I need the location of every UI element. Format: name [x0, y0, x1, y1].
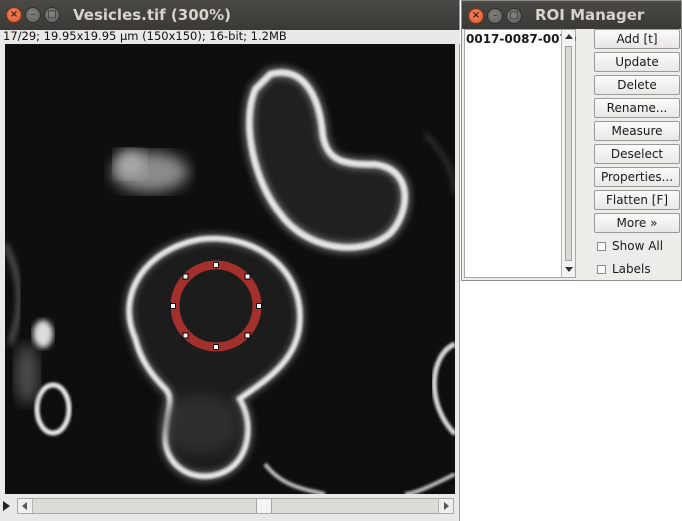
- maximize-icon[interactable]: □: [506, 8, 522, 24]
- roi-list-scroll-thumb[interactable]: [565, 46, 572, 261]
- deselect-button[interactable]: Deselect: [594, 144, 680, 164]
- scroll-left-icon[interactable]: [18, 499, 33, 513]
- show-all-checkbox[interactable]: Show All: [594, 236, 680, 256]
- delete-button[interactable]: Delete: [594, 75, 680, 95]
- roi-list-item[interactable]: 0017-0087-0070: [465, 30, 576, 46]
- vesicle-image[interactable]: [5, 44, 455, 494]
- labels-label: Labels: [612, 262, 651, 276]
- slice-scrollbar[interactable]: [17, 498, 454, 514]
- checkbox-box[interactable]: [597, 264, 606, 274]
- roi-list[interactable]: 0017-0087-0070: [464, 29, 576, 278]
- roi-list-scrollbar[interactable]: [561, 30, 575, 277]
- image-window-title: Vesicles.tif (300%): [73, 6, 231, 24]
- properties-button[interactable]: Properties...: [594, 167, 680, 187]
- roi-manager-titlebar[interactable]: × – □ ROI Manager: [462, 1, 681, 29]
- scroll-right-icon[interactable]: [438, 499, 453, 513]
- slice-scroll-thumb[interactable]: [256, 499, 272, 513]
- update-button[interactable]: Update: [594, 52, 680, 72]
- image-window-titlebar[interactable]: × – □ Vesicles.tif (300%): [0, 0, 459, 30]
- checkbox-box[interactable]: [597, 241, 606, 251]
- more-button[interactable]: More »: [594, 213, 680, 233]
- minimize-icon[interactable]: –: [25, 7, 41, 23]
- flatten-button[interactable]: Flatten [F]: [594, 190, 680, 210]
- close-icon[interactable]: ×: [468, 8, 484, 24]
- measure-button[interactable]: Measure: [594, 121, 680, 141]
- maximize-icon[interactable]: □: [44, 7, 60, 23]
- show-all-label: Show All: [612, 239, 664, 253]
- labels-checkbox[interactable]: Labels: [594, 259, 680, 279]
- scroll-up-icon[interactable]: [562, 30, 575, 44]
- minimize-icon[interactable]: –: [487, 8, 503, 24]
- image-window: × – □ Vesicles.tif (300%) 17/29; 19.95x1…: [0, 0, 460, 521]
- rename-button[interactable]: Rename...: [594, 98, 680, 118]
- close-icon[interactable]: ×: [6, 7, 22, 23]
- roi-manager-window: × – □ ROI Manager 0017-0087-0070 Add [t]…: [461, 0, 682, 281]
- image-info-bar: 17/29; 19.95x19.95 µm (150x150); 16-bit;…: [0, 30, 460, 44]
- play-icon[interactable]: [3, 501, 10, 511]
- scroll-down-icon[interactable]: [562, 263, 575, 277]
- roi-button-column: Add [t] Update Delete Rename... Measure …: [594, 29, 680, 282]
- image-canvas[interactable]: [5, 44, 455, 494]
- roi-manager-title: ROI Manager: [535, 6, 645, 24]
- add-button[interactable]: Add [t]: [594, 29, 680, 49]
